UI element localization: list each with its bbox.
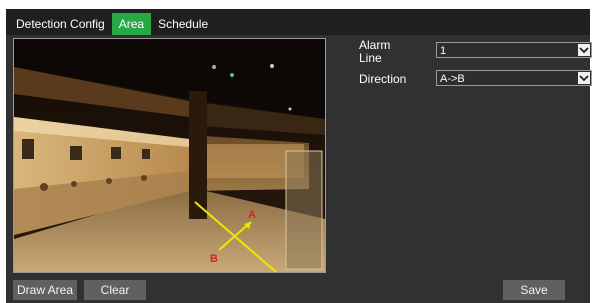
alarm-line-label: Alarm Line — [359, 38, 391, 65]
museum-scene: A B — [14, 39, 325, 272]
direction-value: A->B — [440, 73, 465, 85]
direction-select[interactable]: A->B — [436, 70, 592, 86]
draw-area-button[interactable]: Draw Area — [13, 280, 77, 300]
chevron-down-icon[interactable] — [578, 44, 590, 56]
settings-panel: Detection Config Area Schedule A B Alarm… — [6, 9, 592, 303]
line-start-marker-b-icon: B — [210, 253, 218, 265]
direction-label: Direction — [359, 72, 407, 86]
tab-bar: Detection Config Area Schedule — [6, 9, 590, 35]
chevron-down-icon[interactable] — [578, 72, 590, 84]
save-button[interactable]: Save — [503, 280, 565, 300]
tab-schedule[interactable]: Schedule — [151, 13, 215, 35]
tab-detection-config[interactable]: Detection Config — [6, 13, 112, 35]
tab-area[interactable]: Area — [111, 13, 152, 35]
clear-button[interactable]: Clear — [84, 280, 146, 300]
alarm-line-select[interactable]: 1 — [436, 42, 592, 58]
line-end-marker-a-icon: A — [248, 209, 256, 221]
video-preview[interactable]: A B — [13, 38, 326, 273]
alarm-line-value: 1 — [440, 45, 447, 57]
